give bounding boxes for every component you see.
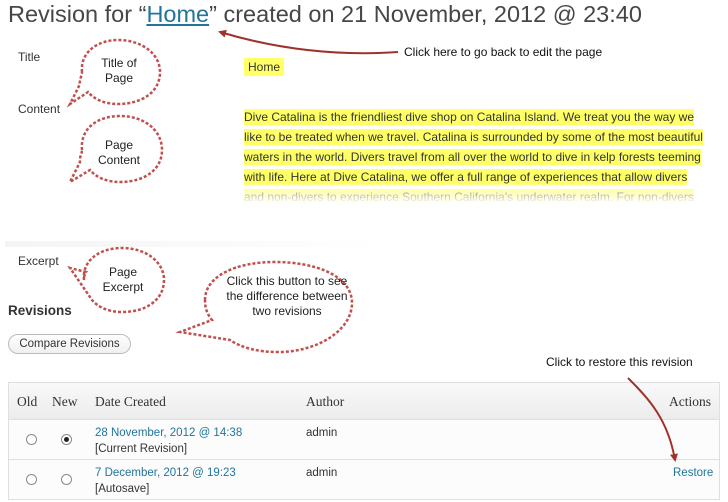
note-restore: Click to restore this revision xyxy=(546,355,693,369)
note-back-to-edit: Click here to go back to edit the page xyxy=(404,45,603,59)
callout-compare-text: Click this button to see the difference … xyxy=(226,274,348,318)
arrow-back-to-edit xyxy=(218,29,399,55)
arrow-restore xyxy=(627,377,678,462)
callout-content-text: Page Content xyxy=(97,138,141,167)
callout-excerpt-text: Page Excerpt xyxy=(102,265,144,294)
callout-title-text: Title of Page xyxy=(101,56,137,85)
